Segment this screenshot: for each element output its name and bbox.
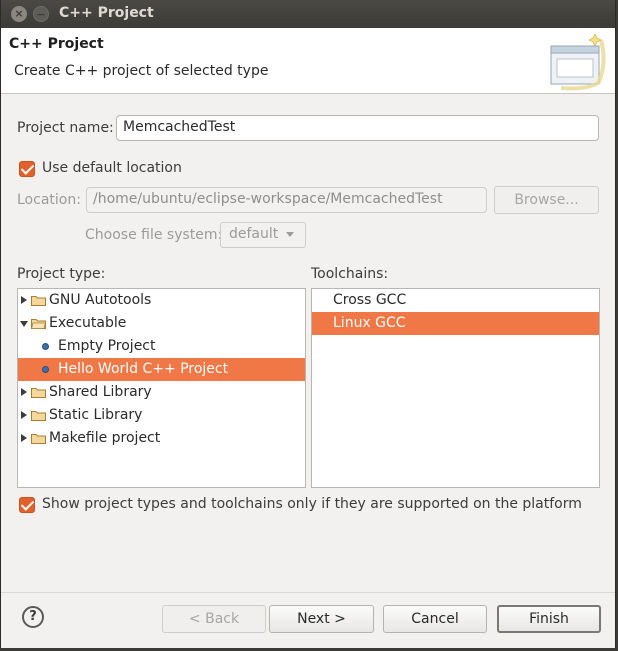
back-button[interactable]: < Back: [162, 605, 266, 633]
file-system-label: Choose file system:: [85, 227, 223, 243]
tree-item-shared-library[interactable]: Shared Library: [18, 381, 305, 404]
browse-button[interactable]: Browse...: [494, 186, 599, 214]
toolchain-item-linux-gcc[interactable]: Linux GCC: [312, 312, 599, 335]
tree-item-label: Executable: [49, 315, 127, 331]
folder-open-icon: [31, 319, 46, 329]
cancel-button[interactable]: Cancel: [383, 605, 487, 633]
location-input[interactable]: /home/ubuntu/eclipse-workspace/Memcached…: [86, 187, 487, 213]
project-template-icon: [42, 343, 49, 350]
tree-item-label: Static Library: [49, 407, 143, 423]
title-bar[interactable]: × − C++ Project: [1, 0, 615, 28]
tree-item-label: Shared Library: [49, 384, 152, 400]
wizard-banner: C++ Project Create C++ project of select…: [1, 28, 615, 94]
tree-item-gnu-autotools[interactable]: GNU Autotools: [18, 289, 305, 312]
expand-arrow-icon[interactable]: [21, 296, 27, 304]
show-supported-only-checkbox[interactable]: [19, 497, 35, 513]
file-system-value: default: [229, 226, 279, 242]
finish-button[interactable]: Finish: [497, 605, 601, 633]
minimize-icon[interactable]: −: [33, 6, 49, 22]
tree-item-empty-project[interactable]: Empty Project: [18, 335, 305, 358]
expand-arrow-icon[interactable]: [21, 388, 27, 396]
folder-icon: [31, 434, 46, 444]
tree-item-executable[interactable]: Executable: [18, 312, 305, 335]
folder-icon: [31, 388, 46, 398]
project-name-label: Project name:: [17, 120, 114, 136]
chevron-down-icon: [286, 231, 295, 237]
expand-arrow-icon[interactable]: [21, 434, 27, 442]
location-label: Location:: [17, 192, 81, 208]
tree-item-makefile-project[interactable]: Makefile project: [18, 427, 305, 450]
tree-item-label: Makefile project: [49, 430, 161, 446]
window-title: C++ Project: [59, 5, 154, 21]
project-type-label: Project type:: [17, 266, 106, 282]
toolchains-label: Toolchains:: [311, 266, 389, 282]
next-button[interactable]: Next >: [269, 605, 374, 633]
file-system-select[interactable]: default: [220, 222, 306, 248]
project-template-icon: [42, 366, 49, 373]
use-default-location-checkbox[interactable]: [19, 161, 35, 177]
close-icon[interactable]: ×: [11, 6, 27, 22]
banner-description: Create C++ project of selected type: [14, 63, 269, 79]
help-icon[interactable]: ?: [22, 606, 44, 628]
use-default-location-label[interactable]: Use default location: [42, 160, 182, 176]
toolchain-item-cross-gcc[interactable]: Cross GCC: [312, 289, 599, 312]
folder-icon: [31, 411, 46, 421]
folder-icon: [31, 296, 46, 306]
new-project-wizard-icon: [550, 33, 606, 91]
expand-arrow-icon[interactable]: [21, 411, 27, 419]
show-supported-only-label[interactable]: Show project types and toolchains only i…: [42, 496, 582, 512]
banner-title: C++ Project: [9, 36, 104, 52]
toolchains-list[interactable]: Cross GCC Linux GCC: [311, 288, 600, 488]
collapse-arrow-icon[interactable]: [20, 321, 28, 327]
tree-item-hello-world-cpp[interactable]: Hello World C++ Project: [18, 358, 305, 381]
tree-item-static-library[interactable]: Static Library: [18, 404, 305, 427]
divider: [1, 592, 615, 593]
project-name-input[interactable]: MemcachedTest: [116, 115, 599, 141]
tree-item-label: GNU Autotools: [49, 292, 152, 308]
tree-item-label: Hello World C++ Project: [58, 361, 229, 377]
dialog-window: × − C++ Project C++ Project Create C++ p…: [0, 0, 616, 651]
tree-item-label: Empty Project: [58, 338, 156, 354]
project-type-tree[interactable]: GNU Autotools Executable Empty Project H…: [17, 288, 306, 488]
